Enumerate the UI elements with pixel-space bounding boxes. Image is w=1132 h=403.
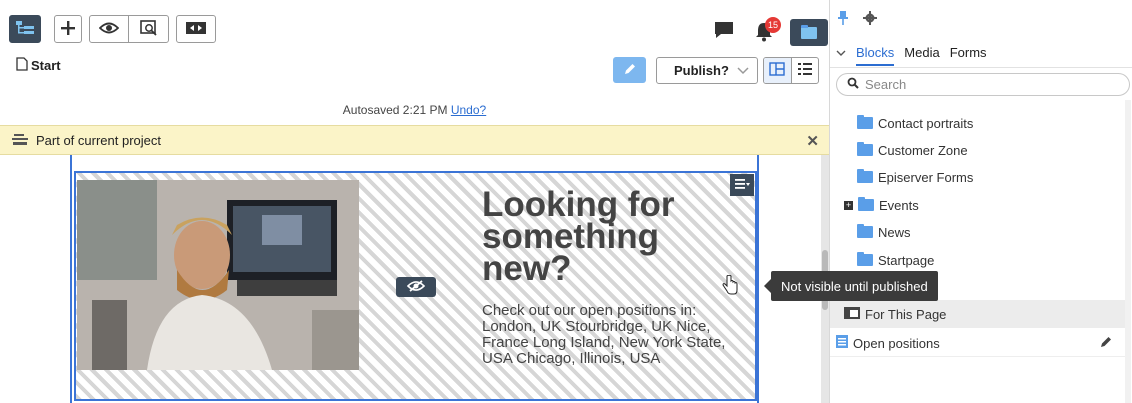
pencil-icon — [623, 62, 637, 79]
block-guide-right — [757, 155, 759, 403]
page-title: Start — [16, 57, 61, 74]
folder-icon — [857, 224, 873, 238]
folder-label: Customer Zone — [878, 142, 968, 158]
edit-pencil-icon[interactable] — [1100, 335, 1113, 351]
preview-group — [89, 15, 169, 43]
hidden-visibility-badge[interactable] — [396, 277, 436, 297]
preview-search-icon — [139, 19, 158, 39]
folder-label: For This Page — [865, 306, 947, 322]
list-item[interactable]: Startpage — [857, 247, 934, 273]
block-heading: Looking for something new? — [482, 185, 675, 288]
pin-icon[interactable] — [838, 10, 848, 29]
assets-scrollbar[interactable] — [1125, 100, 1131, 403]
plus-icon — [60, 20, 76, 39]
page-title-text: Start — [31, 58, 61, 73]
list-icon — [797, 62, 813, 79]
tab-forms[interactable]: Forms — [950, 45, 987, 60]
eye-icon — [98, 22, 120, 37]
close-icon[interactable]: ✕ — [806, 132, 819, 150]
autosave-status: Autosaved 2:21 PM Undo? — [0, 103, 829, 117]
content-block[interactable]: Looking for something new? Check out our… — [74, 171, 757, 401]
list-item[interactable]: + Events — [844, 192, 919, 218]
folder-icon — [857, 169, 873, 183]
expand-arrows-icon — [185, 21, 207, 38]
page-tree-icon — [16, 20, 34, 38]
preview-button[interactable] — [90, 16, 130, 42]
search-input[interactable]: Search — [836, 73, 1130, 96]
folder-icon — [857, 252, 873, 266]
toggle-panels-button[interactable] — [176, 15, 216, 43]
search-placeholder: Search — [865, 77, 907, 92]
collapse-chevron-icon[interactable] — [836, 45, 846, 60]
comments-button[interactable] — [714, 21, 734, 42]
chevron-down-icon — [737, 63, 749, 78]
list-item[interactable]: Customer Zone — [857, 137, 968, 163]
folder-label: Events — [879, 197, 919, 213]
folder-label: Contact portraits — [878, 115, 974, 131]
compare-button[interactable] — [129, 16, 168, 42]
list-item[interactable]: Contact portraits — [857, 110, 973, 136]
block-guide-left — [70, 155, 72, 403]
list-item-open-positions[interactable]: Open positions — [836, 330, 940, 356]
expand-plus-icon[interactable]: + — [844, 200, 853, 210]
app-root: 15 Start Publish? Autosaved 2:21 PM Undo… — [0, 0, 1132, 403]
eye-slash-icon — [406, 279, 426, 295]
assets-button[interactable] — [790, 19, 828, 46]
block-icon — [836, 335, 848, 351]
banner-text: Part of current project — [36, 132, 161, 148]
folder-label: News — [878, 224, 911, 240]
notification-badge: 15 — [765, 17, 781, 33]
search-icon — [847, 77, 859, 92]
assets-panel: Blocks Media Forms Search Contact portra… — [829, 0, 1132, 403]
edit-button[interactable] — [613, 57, 646, 83]
cursor-hand-icon — [722, 274, 738, 298]
project-icon — [12, 133, 28, 148]
on-page-edit-view-button[interactable] — [764, 58, 792, 83]
block-menu-button[interactable] — [730, 174, 754, 196]
publish-label: Publish? — [674, 63, 729, 78]
folder-icon — [858, 197, 874, 211]
project-banner: Part of current project ✕ — [0, 125, 829, 155]
folder-icon — [857, 142, 873, 156]
page-tree-button[interactable] — [9, 15, 41, 43]
tab-media[interactable]: Media — [904, 45, 939, 60]
local-folder-icon — [844, 306, 860, 322]
gear-icon[interactable] — [863, 11, 877, 28]
divider — [830, 356, 1125, 357]
all-properties-view-button[interactable] — [792, 58, 819, 83]
editor-area: 15 Start Publish? Autosaved 2:21 PM Undo… — [0, 0, 829, 403]
block-label: Open positions — [853, 335, 940, 351]
list-item-for-this-page[interactable]: For This Page — [844, 301, 946, 327]
view-toggle — [763, 57, 819, 84]
notifications-button[interactable]: 15 — [755, 17, 781, 44]
list-item[interactable]: Episerver Forms — [857, 164, 973, 190]
tab-blocks[interactable]: Blocks — [856, 45, 895, 66]
page-icon — [16, 57, 28, 74]
list-item[interactable]: News — [857, 219, 911, 245]
publish-dropdown[interactable]: Publish? — [656, 57, 758, 84]
layout-icon — [769, 62, 785, 79]
folder-icon — [857, 115, 873, 129]
folder-label: Episerver Forms — [878, 169, 974, 185]
block-body: Check out our open positions in: London,… — [482, 302, 726, 367]
comment-icon — [714, 22, 734, 42]
add-button[interactable] — [54, 15, 82, 43]
undo-link[interactable]: Undo? — [451, 103, 486, 117]
hamburger-icon — [734, 178, 750, 193]
autosave-text: Autosaved 2:21 PM — [342, 103, 448, 117]
visibility-tooltip: Not visible until published — [764, 271, 938, 301]
folder-label: Startpage — [878, 252, 935, 268]
block-photo — [77, 180, 359, 370]
folder-icon — [801, 24, 817, 39]
assets-tabs: Blocks Media Forms — [830, 38, 1132, 68]
